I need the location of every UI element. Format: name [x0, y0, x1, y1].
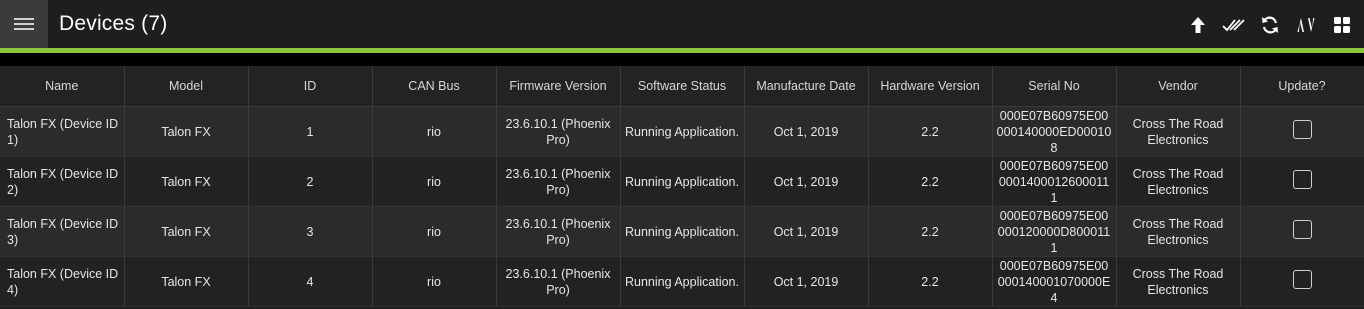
- upload-arrow-icon: [1191, 17, 1205, 33]
- update-checkbox[interactable]: [1292, 270, 1312, 289]
- update-checkbox[interactable]: [1292, 220, 1312, 239]
- cell-software-status: Running Application.: [620, 206, 745, 257]
- cell-manufacture-date: Oct 1, 2019: [744, 256, 869, 307]
- cell-name: Talon FX (Device ID 3): [0, 206, 125, 257]
- cell-name: Talon FX (Device ID 4): [0, 256, 125, 307]
- cell-vendor: Cross The Road Electronics: [1116, 156, 1241, 207]
- cell-software-status: Running Application.: [620, 106, 745, 157]
- cell-vendor: Cross The Road Electronics: [1116, 106, 1241, 157]
- column-header-update[interactable]: Update?: [1240, 66, 1364, 107]
- upload-button[interactable]: [1180, 10, 1216, 40]
- cell-hardware-version: 2.2: [868, 206, 993, 257]
- cell-update: [1240, 256, 1364, 307]
- table-row[interactable]: Talon FX (Device ID 3) Talon FX 3 rio 23…: [0, 206, 1364, 257]
- cell-hardware-version: 2.2: [868, 256, 993, 307]
- cell-serial-no: 000E07B60975E0000014000126000111: [992, 156, 1117, 207]
- table-header-row: Name Model ID CAN Bus Firmware Version S…: [0, 66, 1364, 107]
- cell-model: Talon FX: [124, 156, 249, 207]
- column-header-firmware-version[interactable]: Firmware Version: [496, 66, 621, 107]
- cell-software-status: Running Application.: [620, 156, 745, 207]
- cell-vendor: Cross The Road Electronics: [1116, 256, 1241, 307]
- cell-can-bus: rio: [372, 156, 497, 207]
- table-row[interactable]: Talon FX (Device ID 2) Talon FX 2 rio 23…: [0, 156, 1364, 207]
- cell-manufacture-date: Oct 1, 2019: [744, 156, 869, 207]
- cell-model: Talon FX: [124, 106, 249, 157]
- cell-update: [1240, 206, 1364, 257]
- cell-firmware-version: 23.6.10.1 (Phoenix Pro): [496, 206, 621, 257]
- cell-id: 2: [248, 156, 373, 207]
- cell-id: 4: [248, 256, 373, 307]
- menu-button[interactable]: [0, 0, 48, 48]
- cell-vendor: Cross The Road Electronics: [1116, 206, 1241, 257]
- column-header-vendor[interactable]: Vendor: [1116, 66, 1241, 107]
- cell-serial-no: 000E07B60975E00000120000D8000111: [992, 206, 1117, 257]
- table-row[interactable]: Talon FX (Device ID 1) Talon FX 1 rio 23…: [0, 106, 1364, 157]
- column-header-name[interactable]: Name: [0, 66, 125, 107]
- column-header-model[interactable]: Model: [124, 66, 249, 107]
- grid-view-button[interactable]: [1324, 10, 1360, 40]
- cell-model: Talon FX: [124, 206, 249, 257]
- cell-hardware-version: 2.2: [868, 156, 993, 207]
- top-bar: Devices (7): [0, 0, 1364, 48]
- cell-can-bus: rio: [372, 256, 497, 307]
- cell-manufacture-date: Oct 1, 2019: [744, 206, 869, 257]
- update-checkbox[interactable]: [1292, 170, 1312, 189]
- column-header-can-bus[interactable]: CAN Bus: [372, 66, 497, 107]
- sort-icon: [1297, 18, 1315, 32]
- cell-serial-no: 000E07B60975E00000140001070000E4: [992, 256, 1117, 307]
- refresh-button[interactable]: [1252, 10, 1288, 40]
- cell-firmware-version: 23.6.10.1 (Phoenix Pro): [496, 156, 621, 207]
- toolbar: [1180, 10, 1360, 40]
- column-header-manufacture-date[interactable]: Manufacture Date: [744, 66, 869, 107]
- header-spacer: [0, 53, 1364, 66]
- cell-name: Talon FX (Device ID 2): [0, 156, 125, 207]
- cell-firmware-version: 23.6.10.1 (Phoenix Pro): [496, 106, 621, 157]
- cell-update: [1240, 156, 1364, 207]
- hamburger-icon: [14, 18, 34, 30]
- sort-button[interactable]: [1288, 10, 1324, 40]
- cell-name: Talon FX (Device ID 1): [0, 106, 125, 157]
- cell-can-bus: rio: [372, 106, 497, 157]
- cell-hardware-version: 2.2: [868, 106, 993, 157]
- devices-table-container: Name Model ID CAN Bus Firmware Version S…: [0, 66, 1364, 309]
- cell-id: 3: [248, 206, 373, 257]
- table-row[interactable]: Talon FX (Device ID 4) Talon FX 4 rio 23…: [0, 256, 1364, 307]
- double-check-icon: [1222, 19, 1245, 32]
- column-header-hardware-version[interactable]: Hardware Version: [868, 66, 993, 107]
- cell-firmware-version: 23.6.10.1 (Phoenix Pro): [496, 256, 621, 307]
- update-checkbox[interactable]: [1292, 120, 1312, 139]
- devices-table: Name Model ID CAN Bus Firmware Version S…: [0, 66, 1364, 307]
- cell-software-status: Running Application.: [620, 256, 745, 307]
- select-all-button[interactable]: [1216, 10, 1252, 40]
- cell-serial-no: 000E07B60975E00000140000ED000108: [992, 106, 1117, 157]
- cell-can-bus: rio: [372, 206, 497, 257]
- cell-manufacture-date: Oct 1, 2019: [744, 106, 869, 157]
- column-header-software-status[interactable]: Software Status: [620, 66, 745, 107]
- page-title: Devices (7): [59, 12, 168, 35]
- cell-model: Talon FX: [124, 256, 249, 307]
- grid-view-icon: [1334, 17, 1350, 33]
- cell-update: [1240, 106, 1364, 157]
- column-header-serial-no[interactable]: Serial No: [992, 66, 1117, 107]
- cell-id: 1: [248, 106, 373, 157]
- column-header-id[interactable]: ID: [248, 66, 373, 107]
- refresh-icon: [1262, 16, 1278, 34]
